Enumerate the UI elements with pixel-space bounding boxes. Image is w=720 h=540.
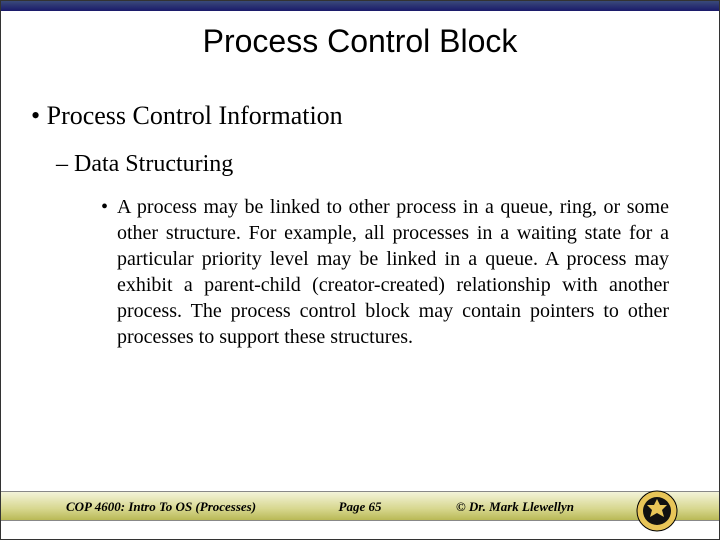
bullet-level-3: • A process may be linked to other proce… (101, 194, 669, 350)
bullet-level-2: – Data Structuring (56, 151, 689, 178)
bullet-text: Data Structuring (74, 151, 233, 177)
slide-title: Process Control Block (1, 23, 719, 60)
footer-page: Page 65 (1, 499, 719, 515)
bullet-marker: • (101, 194, 117, 350)
bullet-marker: • (31, 101, 40, 130)
bullet-text: A process may be linked to other process… (117, 194, 669, 350)
bullet-level-1: • Process Control Information (31, 101, 689, 131)
bullet-text: Process Control Information (47, 101, 343, 130)
bullet-marker: – (56, 151, 68, 177)
ucf-logo-icon (635, 489, 679, 533)
top-color-band (1, 1, 719, 11)
footer-author: © Dr. Mark Llewellyn (456, 499, 574, 515)
slide-content: • Process Control Information – Data Str… (31, 101, 689, 350)
